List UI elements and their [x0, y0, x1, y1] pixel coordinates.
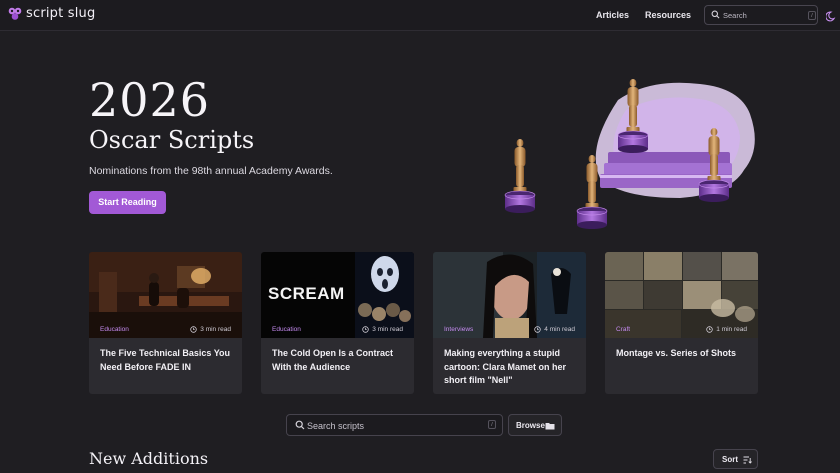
article-card[interactable]: Craft 1 min read Montage vs. Series of S… — [605, 252, 758, 394]
article-card[interactable]: SCREAM Education 3 min read The Cold Ope… — [261, 252, 414, 394]
article-card[interactable]: Education 3 min read The Five Technical … — [89, 252, 242, 394]
start-reading-button[interactable]: Start Reading — [89, 191, 166, 214]
nav-resources[interactable]: Resources — [645, 10, 691, 20]
script-search-placeholder: Search scripts — [307, 421, 365, 431]
category-label: Interviews — [444, 326, 474, 333]
category-label: Education — [100, 326, 129, 333]
read-time: 4 min read — [534, 326, 575, 333]
search-icon — [711, 10, 720, 19]
read-time-text: 3 min read — [372, 326, 403, 333]
script-search-input[interactable]: Search scripts / — [286, 414, 503, 436]
clock-icon — [190, 326, 197, 333]
article-card[interactable]: Interviews 4 min read Making everything … — [433, 252, 586, 394]
nav-articles[interactable]: Articles — [596, 10, 629, 20]
article-meta: Education 3 min read — [261, 324, 414, 338]
category-label: Craft — [616, 326, 631, 333]
article-title[interactable]: Montage vs. Series of Shots — [616, 347, 748, 361]
header-search-input[interactable]: Search / — [704, 5, 818, 25]
sort-label: Sort — [722, 455, 738, 464]
browse-button[interactable]: Browse — [508, 414, 562, 436]
read-time-text: 4 min read — [544, 326, 575, 333]
moon-icon — [825, 11, 836, 22]
clock-icon — [706, 326, 713, 333]
read-time: 3 min read — [190, 326, 231, 333]
read-time: 3 min read — [362, 326, 403, 333]
browse-label: Browse — [516, 421, 545, 430]
hero-title: Oscar Scripts — [89, 126, 255, 154]
sort-icon — [743, 456, 752, 464]
read-time-text: 1 min read — [716, 326, 747, 333]
article-meta: Craft 1 min read — [605, 324, 758, 338]
article-title[interactable]: Making everything a stupid cartoon: Clar… — [444, 347, 576, 388]
read-time-text: 3 min read — [200, 326, 231, 333]
section-title-new-additions: New Additions — [89, 449, 209, 468]
article-title[interactable]: The Cold Open Is a Contract With the Aud… — [272, 347, 404, 374]
oscar-statues-illustration — [500, 48, 762, 238]
sort-button[interactable]: Sort — [713, 449, 758, 469]
search-shortcut-key: / — [488, 420, 496, 429]
top-navbar: script slug Articles Resources Search / — [0, 0, 840, 31]
logo-text: script slug — [26, 6, 96, 21]
search-icon — [295, 420, 305, 430]
clock-icon — [534, 326, 541, 333]
article-meta: Education 3 min read — [89, 324, 242, 338]
article-meta: Interviews 4 min read — [433, 324, 586, 338]
logo-icon — [8, 7, 22, 21]
folder-icon — [545, 423, 555, 430]
search-shortcut-key: / — [808, 11, 816, 20]
hero-subtitle: Nominations from the 98th annual Academy… — [89, 165, 333, 177]
header-search-placeholder: Search — [723, 11, 747, 20]
category-label: Education — [272, 326, 301, 333]
clock-icon — [362, 326, 369, 333]
article-title[interactable]: The Five Technical Basics You Need Befor… — [100, 347, 232, 374]
read-time: 1 min read — [706, 326, 747, 333]
poster-title-text: SCREAM — [268, 284, 345, 303]
hero-year: 2026 — [89, 73, 211, 127]
site-logo[interactable]: script slug — [8, 6, 95, 21]
theme-toggle-button[interactable] — [825, 9, 837, 27]
